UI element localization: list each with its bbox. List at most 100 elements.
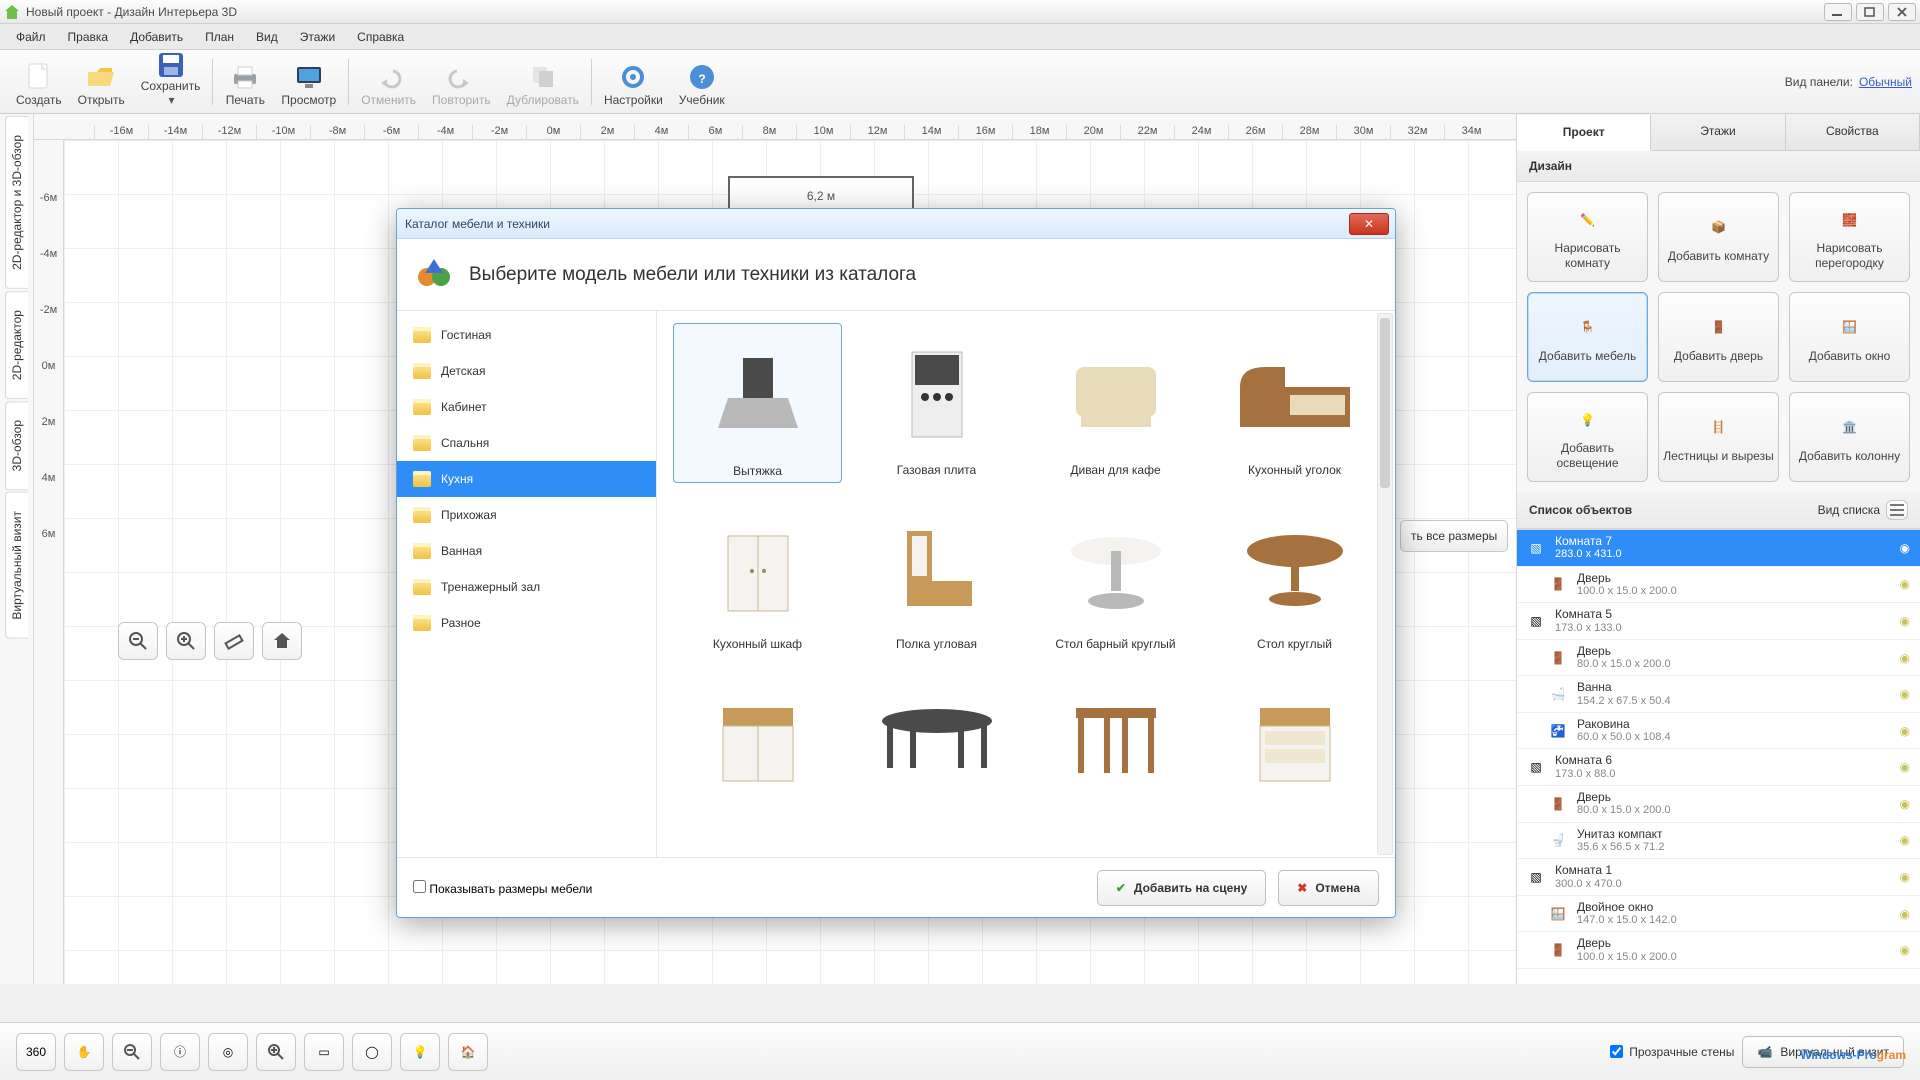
zoom-out-button[interactable] [118,622,158,660]
item-card[interactable]: Газовая плита [852,323,1021,483]
cancel-button[interactable]: ✖Отмена [1278,870,1379,906]
menu-edit[interactable]: Правка [58,26,119,48]
measure-button[interactable] [214,622,254,660]
tab-project[interactable]: Проект [1517,115,1651,151]
category-Ванная[interactable]: Ванная [397,533,656,569]
visibility-toggle-icon[interactable]: ◉ [1900,577,1910,591]
item-card[interactable]: Кухонный шкаф [673,497,842,655]
object-row[interactable]: 🛁Ванна154.2 x 67.5 x 50.4◉ [1517,676,1920,713]
item-card[interactable]: Полка угловая [852,497,1021,655]
item-card[interactable]: Стол круглый [1210,497,1379,655]
tb-redo[interactable]: Повторить [424,53,499,111]
category-Кухня[interactable]: Кухня [397,461,656,497]
menu-file[interactable]: Файл [6,26,56,48]
visibility-toggle-icon[interactable]: ◉ [1900,870,1910,884]
tab-properties[interactable]: Свойства [1786,114,1920,150]
dbtn-column[interactable]: 🏛️Добавить колонну [1789,392,1910,482]
object-row[interactable]: 🚪Дверь80.0 x 15.0 x 200.0◉ [1517,786,1920,823]
object-row[interactable]: ▧Комната 5173.0 x 133.0◉ [1517,603,1920,640]
orbit-360-icon[interactable]: 360 [16,1033,56,1071]
item-card[interactable]: Стол барный круглый [1031,497,1200,655]
vtab-virtual[interactable]: Виртуальный визит [5,492,28,639]
category-Спальня[interactable]: Спальня [397,425,656,461]
tb-open[interactable]: Открыть [70,53,133,111]
zoom-out-icon[interactable] [112,1033,152,1071]
item-card[interactable] [1031,669,1200,807]
category-Прихожая[interactable]: Прихожая [397,497,656,533]
dbtn-add-furniture[interactable]: 🪑Добавить мебель [1527,292,1648,382]
info-icon[interactable]: ⓘ [160,1033,200,1071]
tb-duplicate[interactable]: Дублировать [499,53,587,111]
list-view-toggle-icon[interactable] [1886,500,1908,520]
item-card[interactable] [1210,669,1379,807]
item-card[interactable] [852,669,1021,807]
object-row[interactable]: 🪟Двойное окно147.0 x 15.0 x 142.0◉ [1517,896,1920,933]
object-row[interactable]: ▧Комната 7283.0 x 431.0◉ [1517,530,1920,567]
tb-create[interactable]: Создать [8,53,70,111]
visibility-toggle-icon[interactable]: ◉ [1900,833,1910,847]
visibility-toggle-icon[interactable]: ◉ [1900,541,1910,555]
item-card[interactable] [673,669,842,807]
scrollbar[interactable] [1377,313,1393,855]
show-all-sizes-button[interactable]: ть все размеры [1400,520,1508,552]
item-card[interactable]: Кухонный уголок [1210,323,1379,483]
category-Разное[interactable]: Разное [397,605,656,641]
zoom-in-button[interactable] [166,622,206,660]
menu-help[interactable]: Справка [347,26,414,48]
tb-undo[interactable]: Отменить [353,53,424,111]
home-icon[interactable]: 🏠 [448,1033,488,1071]
visibility-toggle-icon[interactable]: ◉ [1900,797,1910,811]
object-row[interactable]: ▧Комната 6173.0 x 88.0◉ [1517,749,1920,786]
tb-preview[interactable]: Просмотр [273,53,344,111]
transparent-walls-checkbox[interactable]: Прозрачные стены [1610,1045,1734,1059]
vtab-2d[interactable]: 2D-редактор [5,291,28,399]
menu-plan[interactable]: План [195,26,244,48]
category-Гостиная[interactable]: Гостиная [397,317,656,353]
object-row[interactable]: 🚪Дверь80.0 x 15.0 x 200.0◉ [1517,640,1920,677]
tb-settings[interactable]: Настройки [596,53,671,111]
zoom-in-icon[interactable] [256,1033,296,1071]
visibility-toggle-icon[interactable]: ◉ [1900,943,1910,957]
panel-type-value[interactable]: Обычный [1859,75,1912,89]
vtab-2d3d[interactable]: 2D-редактор и 3D-обзор [5,116,28,289]
dbtn-add-room[interactable]: 📦Добавить комнату [1658,192,1779,282]
dbtn-draw-partition[interactable]: 🧱Нарисовать перегородку [1789,192,1910,282]
tb-tutor[interactable]: ?Учебник [671,53,733,111]
category-list[interactable]: ГостинаяДетскаяКабинетСпальняКухняПрихож… [397,311,657,857]
visibility-toggle-icon[interactable]: ◉ [1900,614,1910,628]
category-Тренажерный зал[interactable]: Тренажерный зал [397,569,656,605]
dialog-titlebar[interactable]: Каталог мебели и техники ✕ [397,209,1395,239]
add-to-scene-button[interactable]: ✔Добавить на сцену [1097,870,1266,906]
tab-floors[interactable]: Этажи [1651,114,1785,150]
pan-icon[interactable]: ✋ [64,1033,104,1071]
lasso-icon[interactable]: ◯ [352,1033,392,1071]
object-row[interactable]: 🚰Раковина60.0 x 50.0 x 108.4◉ [1517,713,1920,750]
dbtn-add-window[interactable]: 🪟Добавить окно [1789,292,1910,382]
object-list[interactable]: ▧Комната 7283.0 x 431.0◉🚪Дверь100.0 x 15… [1517,529,1920,984]
visibility-toggle-icon[interactable]: ◉ [1900,760,1910,774]
category-Кабинет[interactable]: Кабинет [397,389,656,425]
dbtn-add-light[interactable]: 💡Добавить освещение [1527,392,1648,482]
visibility-toggle-icon[interactable]: ◉ [1900,687,1910,701]
dbtn-draw-room[interactable]: ✏️Нарисовать комнату [1527,192,1648,282]
item-grid[interactable]: ВытяжкаГазовая плитаДиван для кафеКухонн… [657,311,1395,819]
menu-add[interactable]: Добавить [120,26,193,48]
visibility-toggle-icon[interactable]: ◉ [1900,724,1910,738]
object-row[interactable]: ▧Комната 1300.0 x 470.0◉ [1517,859,1920,896]
light-icon[interactable]: 💡 [400,1033,440,1071]
close-button[interactable] [1888,3,1916,21]
category-Детская[interactable]: Детская [397,353,656,389]
visibility-toggle-icon[interactable]: ◉ [1900,907,1910,921]
dialog-close-button[interactable]: ✕ [1349,213,1389,235]
item-card[interactable]: Диван для кафе [1031,323,1200,483]
tb-save[interactable]: Сохранить▾ [133,53,209,111]
dbtn-add-door[interactable]: 🚪Добавить дверь [1658,292,1779,382]
item-card[interactable]: Вытяжка [673,323,842,483]
tb-print[interactable]: Печать [217,53,273,111]
object-row[interactable]: 🚪Дверь100.0 x 15.0 x 200.0◉ [1517,567,1920,604]
scrollbar-thumb[interactable] [1380,318,1390,488]
show-sizes-checkbox[interactable]: Показывать размеры мебели [413,880,592,896]
object-row[interactable]: 🚪Дверь100.0 x 15.0 x 200.0◉ [1517,932,1920,969]
menu-floors[interactable]: Этажи [290,26,345,48]
dbtn-stairs[interactable]: 🪜Лестницы и вырезы [1658,392,1779,482]
